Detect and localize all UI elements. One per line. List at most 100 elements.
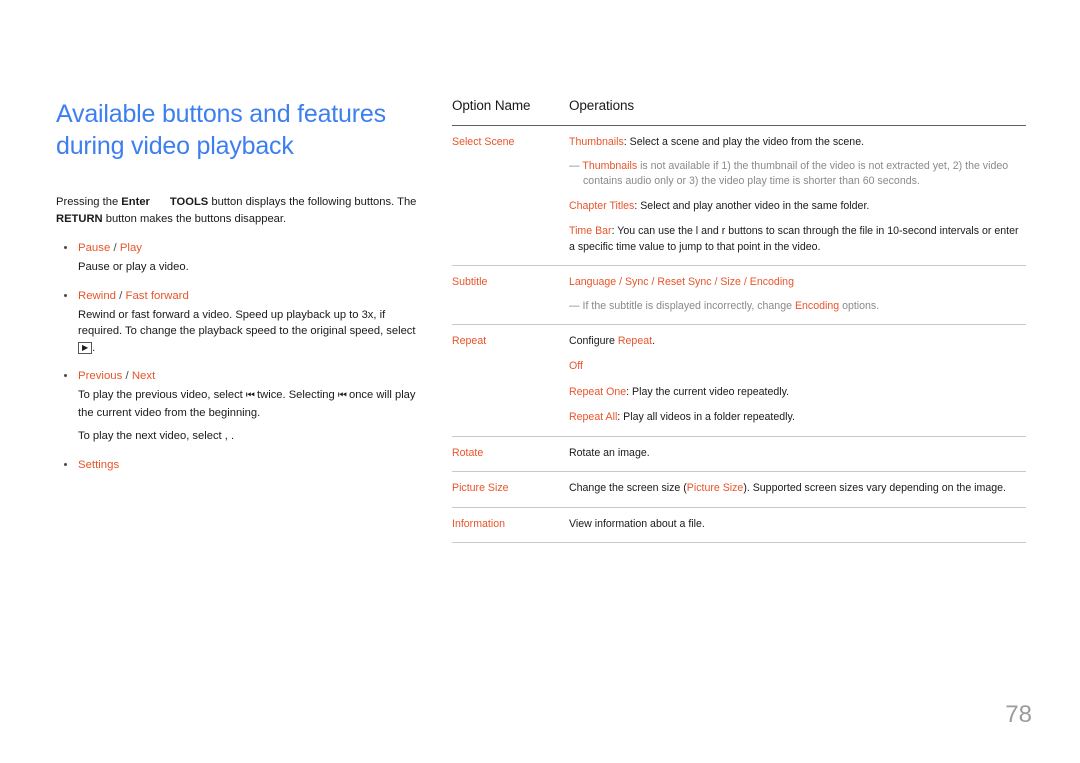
operation-line: Change the screen size (Picture Size). S… bbox=[569, 481, 1026, 497]
option-play[interactable]: Play bbox=[120, 242, 142, 254]
operation-line: Language / Sync / Reset Sync / Size / En… bbox=[569, 275, 1026, 291]
row-operations: View information about a file. bbox=[569, 507, 1026, 543]
operation-line: View information about a file. bbox=[569, 517, 1026, 533]
page-number: 78 bbox=[1005, 701, 1032, 728]
term-thumbnails[interactable]: Thumbnails bbox=[582, 160, 637, 172]
operation-line: Chapter Titles: Select and play another … bbox=[569, 199, 1026, 215]
separator: / bbox=[116, 289, 126, 302]
operation-line: Repeat All: Play all videos in a folder … bbox=[569, 410, 1026, 426]
term-chapter-titles[interactable]: Chapter Titles bbox=[569, 200, 634, 212]
operation-text: : Play the current video repeatedly. bbox=[626, 385, 790, 398]
intro-text-1: Pressing the bbox=[56, 196, 122, 208]
row-operations: Rotate an image. bbox=[569, 436, 1026, 472]
left-column: Available buttons and features during vi… bbox=[56, 98, 428, 473]
play-button-icon: ▶ bbox=[78, 341, 93, 354]
table-row: Information View information about a fil… bbox=[452, 507, 1026, 543]
previous-track-icon: ⏮ bbox=[337, 390, 347, 401]
note-text-pre: If the subtitle is displayed incorrectly… bbox=[582, 299, 795, 312]
note-dash-icon: — bbox=[569, 159, 580, 172]
column-header-option-name: Option Name bbox=[452, 98, 531, 113]
option-previous[interactable]: Previous bbox=[78, 370, 122, 382]
row-option-name[interactable]: Information bbox=[452, 507, 569, 543]
table-row: Subtitle Language / Sync / Reset Sync / … bbox=[452, 266, 1026, 325]
operation-line: Configure Repeat. bbox=[569, 334, 1026, 350]
page-title: Available buttons and features during vi… bbox=[56, 100, 386, 160]
term-picture-size[interactable]: Picture Size bbox=[687, 482, 744, 494]
table-row: Picture Size Change the screen size (Pic… bbox=[452, 472, 1026, 508]
note-text: is not available if 1) the thumbnail of … bbox=[583, 159, 1009, 187]
operation-line: Time Bar: You can use the l and r button… bbox=[569, 224, 1026, 255]
operation-text: : You can use the l and r buttons to sca… bbox=[569, 225, 1019, 253]
table-row: Rotate Rotate an image. bbox=[452, 436, 1026, 472]
operation-text-pre: Change the screen size ( bbox=[569, 482, 687, 494]
separator: / bbox=[122, 370, 132, 382]
row-option-name[interactable]: Picture Size bbox=[452, 472, 569, 508]
option-settings[interactable]: Settings bbox=[78, 459, 119, 471]
button-list: Pause / Play Pause or play a video. Rewi… bbox=[56, 240, 428, 473]
bullet-heading: Rewind / Fast forward bbox=[78, 288, 428, 304]
operation-text: : Play all videos in a folder repeatedly… bbox=[617, 411, 795, 423]
note-text: options. bbox=[839, 299, 880, 312]
bullet-description: Pause or play a video. bbox=[78, 261, 189, 273]
bullet-description-tail: . bbox=[92, 341, 96, 354]
operation-note: — Thumbnails is not available if 1) the … bbox=[569, 159, 1026, 189]
tools-key-label: TOOLS bbox=[169, 196, 209, 208]
previous-text-pre: To play the previous video, select bbox=[78, 389, 246, 401]
column-header-operations: Operations bbox=[569, 98, 635, 113]
operation-line: Repeat One: Play the current video repea… bbox=[569, 385, 1026, 401]
bullet-description: Rewind or fast forward a video. Speed up… bbox=[78, 307, 428, 357]
previous-text-mid: twice. Selecting bbox=[253, 389, 338, 401]
term-encoding[interactable]: Encoding bbox=[795, 300, 839, 312]
row-operations: Thumbnails: Select a scene and play the … bbox=[569, 126, 1026, 266]
bullet-heading: Previous / Next bbox=[78, 368, 428, 384]
operation-text: : Select a scene and play the video from… bbox=[623, 136, 865, 148]
row-option-name[interactable]: Select Scene bbox=[452, 126, 569, 266]
term-subtitle-options[interactable]: Language / Sync / Reset Sync / Size / En… bbox=[569, 276, 794, 288]
option-rewind[interactable]: Rewind bbox=[78, 290, 116, 302]
term-repeat[interactable]: Repeat bbox=[618, 335, 652, 347]
term-repeat-all[interactable]: Repeat All bbox=[569, 411, 617, 423]
enter-key-label: Enter bbox=[121, 196, 150, 208]
return-key-label: RETURN bbox=[56, 213, 103, 225]
bullet-heading: Settings bbox=[78, 457, 428, 473]
bullet-description-secondary: To play the next video, select , . bbox=[78, 430, 235, 442]
bullet-heading: Pause / Play bbox=[78, 240, 428, 256]
options-table: Option Name Operations Select Scene Thum… bbox=[452, 98, 1026, 543]
option-next[interactable]: Next bbox=[132, 370, 155, 382]
table-header-row: Option Name Operations bbox=[452, 98, 1026, 126]
intro-text-3: button makes the buttons disappear. bbox=[102, 213, 287, 225]
option-pause[interactable]: Pause bbox=[78, 242, 110, 254]
bullet-description-text: Rewind or fast forward a video. Speed up… bbox=[78, 308, 416, 338]
list-item-previous-next: Previous / Next To play the previous vid… bbox=[56, 368, 428, 445]
list-item-settings: Settings bbox=[56, 457, 428, 473]
operation-text: ). Supported screen sizes vary depending… bbox=[743, 482, 1006, 494]
row-option-name[interactable]: Subtitle bbox=[452, 266, 569, 325]
operation-line: Thumbnails: Select a scene and play the … bbox=[569, 135, 1026, 151]
table-row: Select Scene Thumbnails: Select a scene … bbox=[452, 126, 1026, 266]
note-dash-icon: — bbox=[569, 299, 580, 312]
term-thumbnails[interactable]: Thumbnails bbox=[569, 136, 624, 148]
table-body: Select Scene Thumbnails: Select a scene … bbox=[452, 126, 1026, 543]
term-time-bar[interactable]: Time Bar bbox=[569, 225, 612, 237]
list-item-rewind-fastforward: Rewind / Fast forward Rewind or fast for… bbox=[56, 288, 428, 357]
row-option-name[interactable]: Repeat bbox=[452, 324, 569, 436]
table-head: Option Name Operations bbox=[452, 98, 1026, 126]
row-operations: Language / Sync / Reset Sync / Size / En… bbox=[569, 266, 1026, 325]
list-item-pause-play: Pause / Play Pause or play a video. bbox=[56, 240, 428, 276]
operation-line: Off bbox=[569, 359, 1026, 375]
row-option-name[interactable]: Rotate bbox=[452, 436, 569, 472]
intro-paragraph: Pressing the Enter TOOLS button displays … bbox=[56, 194, 428, 228]
document-page: Available buttons and features during vi… bbox=[0, 0, 1080, 763]
table-row: Repeat Configure Repeat. Off Repeat One:… bbox=[452, 324, 1026, 436]
operation-line: Rotate an image. bbox=[569, 446, 1026, 462]
operation-text-pre: Configure bbox=[569, 334, 618, 347]
previous-track-icon: ⏮ bbox=[245, 390, 255, 401]
term-off[interactable]: Off bbox=[569, 360, 583, 372]
term-repeat-one[interactable]: Repeat One bbox=[569, 386, 626, 398]
row-operations: Configure Repeat. Off Repeat One: Play t… bbox=[569, 324, 1026, 436]
option-fast-forward[interactable]: Fast forward bbox=[126, 290, 189, 302]
operation-text: : Select and play another video in the s… bbox=[634, 199, 870, 212]
operation-text: View information about a file. bbox=[569, 517, 705, 530]
separator: / bbox=[110, 242, 120, 254]
operation-text: Rotate an image. bbox=[569, 446, 650, 459]
